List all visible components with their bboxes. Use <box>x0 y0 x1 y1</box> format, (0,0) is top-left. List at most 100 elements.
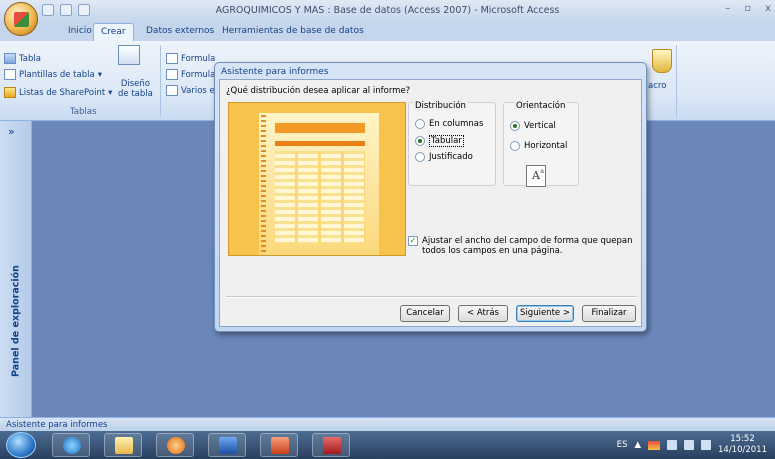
media-player-icon <box>167 437 185 454</box>
office-logo-icon <box>14 12 29 27</box>
taskbar-word[interactable] <box>208 433 246 457</box>
table-design-button[interactable]: Diseño de tabla <box>118 79 153 99</box>
radio-label: Vertical <box>524 121 556 131</box>
radio-horizontal[interactable]: Horizontal <box>510 141 567 151</box>
tab-crear[interactable]: Crear <box>93 23 134 41</box>
wizard-question: ¿Qué distribución desea aplicar al infor… <box>226 86 411 96</box>
title-bar: AGROQUIMICOS Y MAS : Base de datos (Acce… <box>0 0 775 22</box>
radio-label: Tabular <box>429 135 464 147</box>
language-indicator[interactable]: ES <box>617 440 628 450</box>
taskbar-explorer[interactable] <box>104 433 142 457</box>
radio-button-selected-icon[interactable] <box>510 121 520 131</box>
radio-button-icon[interactable] <box>415 152 425 162</box>
restore-icon[interactable]: ▫ <box>744 3 751 14</box>
form-button[interactable]: Formula <box>166 53 215 64</box>
dialog-divider <box>226 296 637 298</box>
fit-fields-checkbox[interactable]: ✓ Ajustar el ancho del campo de forma qu… <box>408 236 638 256</box>
form-label: Formula <box>181 53 216 64</box>
system-tray: ES ▲ 15:52 14/10/2011 <box>617 431 767 459</box>
device-icon[interactable] <box>701 440 711 450</box>
minimize-icon[interactable]: – <box>725 3 730 14</box>
radio-label: Justificado <box>429 152 473 162</box>
table-label: Tabla <box>19 53 41 64</box>
finish-button[interactable]: Finalizar <box>582 305 636 322</box>
window-title: AGROQUIMICOS Y MAS : Base de datos (Acce… <box>215 5 560 16</box>
clock-date: 14/10/2011 <box>718 445 767 455</box>
checkbox-checked-icon[interactable]: ✓ <box>408 236 418 246</box>
table-design-label-2: de tabla <box>118 89 153 99</box>
radio-button-icon[interactable] <box>510 141 520 151</box>
split-form-icon <box>166 69 178 80</box>
powerpoint-icon <box>271 437 289 454</box>
form-icon <box>166 53 178 64</box>
form-split-button[interactable]: Formula <box>166 69 215 80</box>
radio-vertical[interactable]: Vertical <box>510 121 556 131</box>
show-hidden-icons-icon[interactable]: ▲ <box>634 440 641 450</box>
ie-icon <box>63 437 81 454</box>
cancel-button[interactable]: Cancelar <box>400 305 450 322</box>
radio-en-columnas[interactable]: En columnas <box>415 119 483 129</box>
start-button-icon[interactable] <box>6 432 36 458</box>
status-text: Asistente para informes <box>6 420 108 430</box>
multiple-items-icon <box>166 85 178 96</box>
status-bar: Asistente para informes <box>0 417 775 431</box>
fit-fields-label: Ajustar el ancho del campo de forma que … <box>422 236 633 256</box>
action-center-icon[interactable] <box>648 440 660 450</box>
multiple-items-button[interactable]: Varios el <box>166 85 217 96</box>
clock[interactable]: 15:52 14/10/2011 <box>718 434 767 456</box>
ribbon-separator <box>676 45 677 117</box>
preview-binding <box>261 115 266 255</box>
table-templates-button[interactable]: Plantillas de tabla ▾ <box>4 69 102 80</box>
table-design-icon[interactable] <box>118 45 140 65</box>
sharepoint-lists-button[interactable]: Listas de SharePoint ▾ <box>4 87 112 98</box>
distribution-group: Distribución En columnas Tabular Justifi… <box>408 101 496 186</box>
macro-icon[interactable] <box>652 49 672 73</box>
close-icon[interactable]: x <box>765 3 771 14</box>
orientation-group: Orientación Vertical Horizontal A <box>503 101 579 187</box>
table-templates-icon <box>4 69 16 80</box>
dialog-title: Asistente para informes <box>221 67 329 77</box>
access-icon <box>323 437 341 454</box>
navigation-pane: » Panel de exploración <box>0 121 32 417</box>
ribbon-separator <box>160 45 161 117</box>
form-split-label: Formula <box>181 69 216 80</box>
dropdown-arrow-icon: ▾ <box>108 87 113 98</box>
taskbar: ES ▲ 15:52 14/10/2011 <box>0 431 775 459</box>
window-controls: – ▫ x <box>725 3 771 14</box>
dropdown-arrow-icon: ▾ <box>97 69 102 80</box>
back-button[interactable]: < Atrás <box>458 305 508 322</box>
navigation-pane-label[interactable]: Panel de exploración <box>11 265 22 377</box>
taskbar-media-player[interactable] <box>156 433 194 457</box>
table-button[interactable]: Tabla <box>4 53 41 64</box>
ribbon-tabs: Inicio Crear Datos externos Herramientas… <box>0 22 775 41</box>
report-wizard-dialog: Asistente para informes ¿Qué distribució… <box>214 62 647 332</box>
radio-button-selected-icon[interactable] <box>415 136 425 146</box>
layout-preview-image <box>228 102 406 256</box>
table-templates-label: Plantillas de tabla <box>19 69 95 80</box>
explorer-icon <box>115 437 133 454</box>
tab-herramientas[interactable]: Herramientas de base de datos <box>222 26 364 36</box>
next-button[interactable]: Siguiente > <box>516 305 574 322</box>
office-button[interactable] <box>4 2 38 36</box>
expand-pane-icon[interactable]: » <box>8 125 15 138</box>
preview-title-bar <box>275 123 365 133</box>
tab-inicio[interactable]: Inicio <box>68 26 92 36</box>
table-design-label-1: Diseño <box>120 79 150 89</box>
radio-tabular[interactable]: Tabular <box>415 135 464 147</box>
tab-datos-externos[interactable]: Datos externos <box>146 26 214 36</box>
taskbar-powerpoint[interactable] <box>260 433 298 457</box>
radio-label: En columnas <box>429 119 484 129</box>
distribution-legend: Distribución <box>413 101 468 111</box>
clock-time: 15:52 <box>730 434 755 444</box>
network-icon[interactable] <box>667 440 677 450</box>
macro-label[interactable]: acro <box>648 81 666 91</box>
radio-button-icon[interactable] <box>415 119 425 129</box>
taskbar-access[interactable] <box>312 433 350 457</box>
volume-icon[interactable] <box>684 440 694 450</box>
radio-label: Horizontal <box>524 141 568 151</box>
word-icon <box>219 437 237 454</box>
preview-header-bar <box>275 141 365 146</box>
radio-justificado[interactable]: Justificado <box>415 152 473 162</box>
orientation-legend: Orientación <box>514 101 568 111</box>
taskbar-ie[interactable] <box>52 433 90 457</box>
